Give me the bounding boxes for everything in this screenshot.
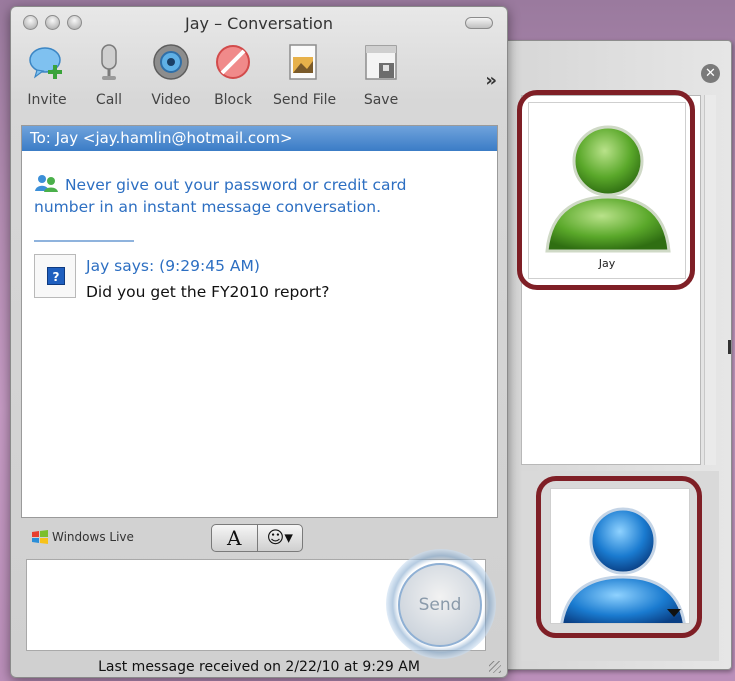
emoticon-button[interactable]: ☺▾ [256, 525, 303, 551]
title-bar: Jay – Conversation [11, 7, 507, 37]
unknown-avatar-icon: ? [47, 267, 65, 285]
invite-button[interactable]: Invite [17, 43, 77, 108]
toolbar-overflow-icon[interactable]: » [485, 70, 497, 91]
self-highlight-box [536, 476, 702, 638]
window-title: Jay – Conversation [185, 14, 333, 33]
invite-icon [29, 47, 62, 79]
format-buttons: A ☺▾ [211, 524, 303, 552]
webcam-icon [153, 44, 189, 80]
windows-live-logo: Windows Live [31, 530, 134, 544]
message-sender: Jay says: (9:29:45 AM) [86, 257, 260, 275]
save-icon [365, 45, 397, 80]
windows-flag-icon [32, 530, 48, 544]
drawer-scrollbar[interactable] [704, 95, 716, 465]
block-button[interactable]: Block [203, 43, 263, 108]
invite-label: Invite [27, 92, 67, 108]
send-file-icon [289, 44, 317, 80]
call-label: Call [95, 92, 123, 108]
block-label: Block [214, 92, 252, 108]
save-label: Save [363, 92, 399, 108]
toolbar-toggle-button[interactable] [465, 17, 493, 29]
save-button[interactable]: Save [351, 43, 411, 108]
message-text: Did you get the FY2010 report? [86, 283, 330, 301]
contact-highlight-box [517, 90, 695, 290]
call-button[interactable]: Call [79, 43, 139, 108]
sender-picture: ? [34, 254, 76, 298]
separator [34, 240, 134, 242]
block-icon [216, 45, 250, 79]
microphone-icon [101, 44, 117, 80]
conversation-history[interactable]: To: Jay <jay.hamlin@hotmail.com> Never g… [21, 125, 498, 518]
security-notice: Never give out your password or credit c… [34, 174, 464, 218]
recipient-bar: To: Jay <jay.hamlin@hotmail.com> [22, 126, 497, 151]
toolbar: Invite Call Video Block Send File Save » [11, 43, 507, 121]
font-button[interactable]: A [212, 525, 257, 551]
send-button[interactable]: Send [398, 563, 482, 647]
video-label: Video [151, 92, 191, 108]
drawer-resize-handle[interactable] [728, 340, 731, 354]
resize-grip-icon[interactable] [489, 661, 501, 673]
conversation-window: Jay – Conversation Invite Call Video Blo… [10, 6, 508, 678]
send-file-button[interactable]: Send File [273, 43, 337, 108]
send-file-label: Send File [273, 92, 337, 108]
video-button[interactable]: Video [141, 43, 201, 108]
status-bar: Last message received on 2/22/10 at 9:29… [98, 659, 420, 675]
drawer-close-icon[interactable]: ✕ [701, 64, 720, 83]
windows-live-label: Windows Live [52, 530, 134, 544]
security-notice-text: Never give out your password or credit c… [34, 176, 407, 216]
people-icon [35, 175, 58, 192]
